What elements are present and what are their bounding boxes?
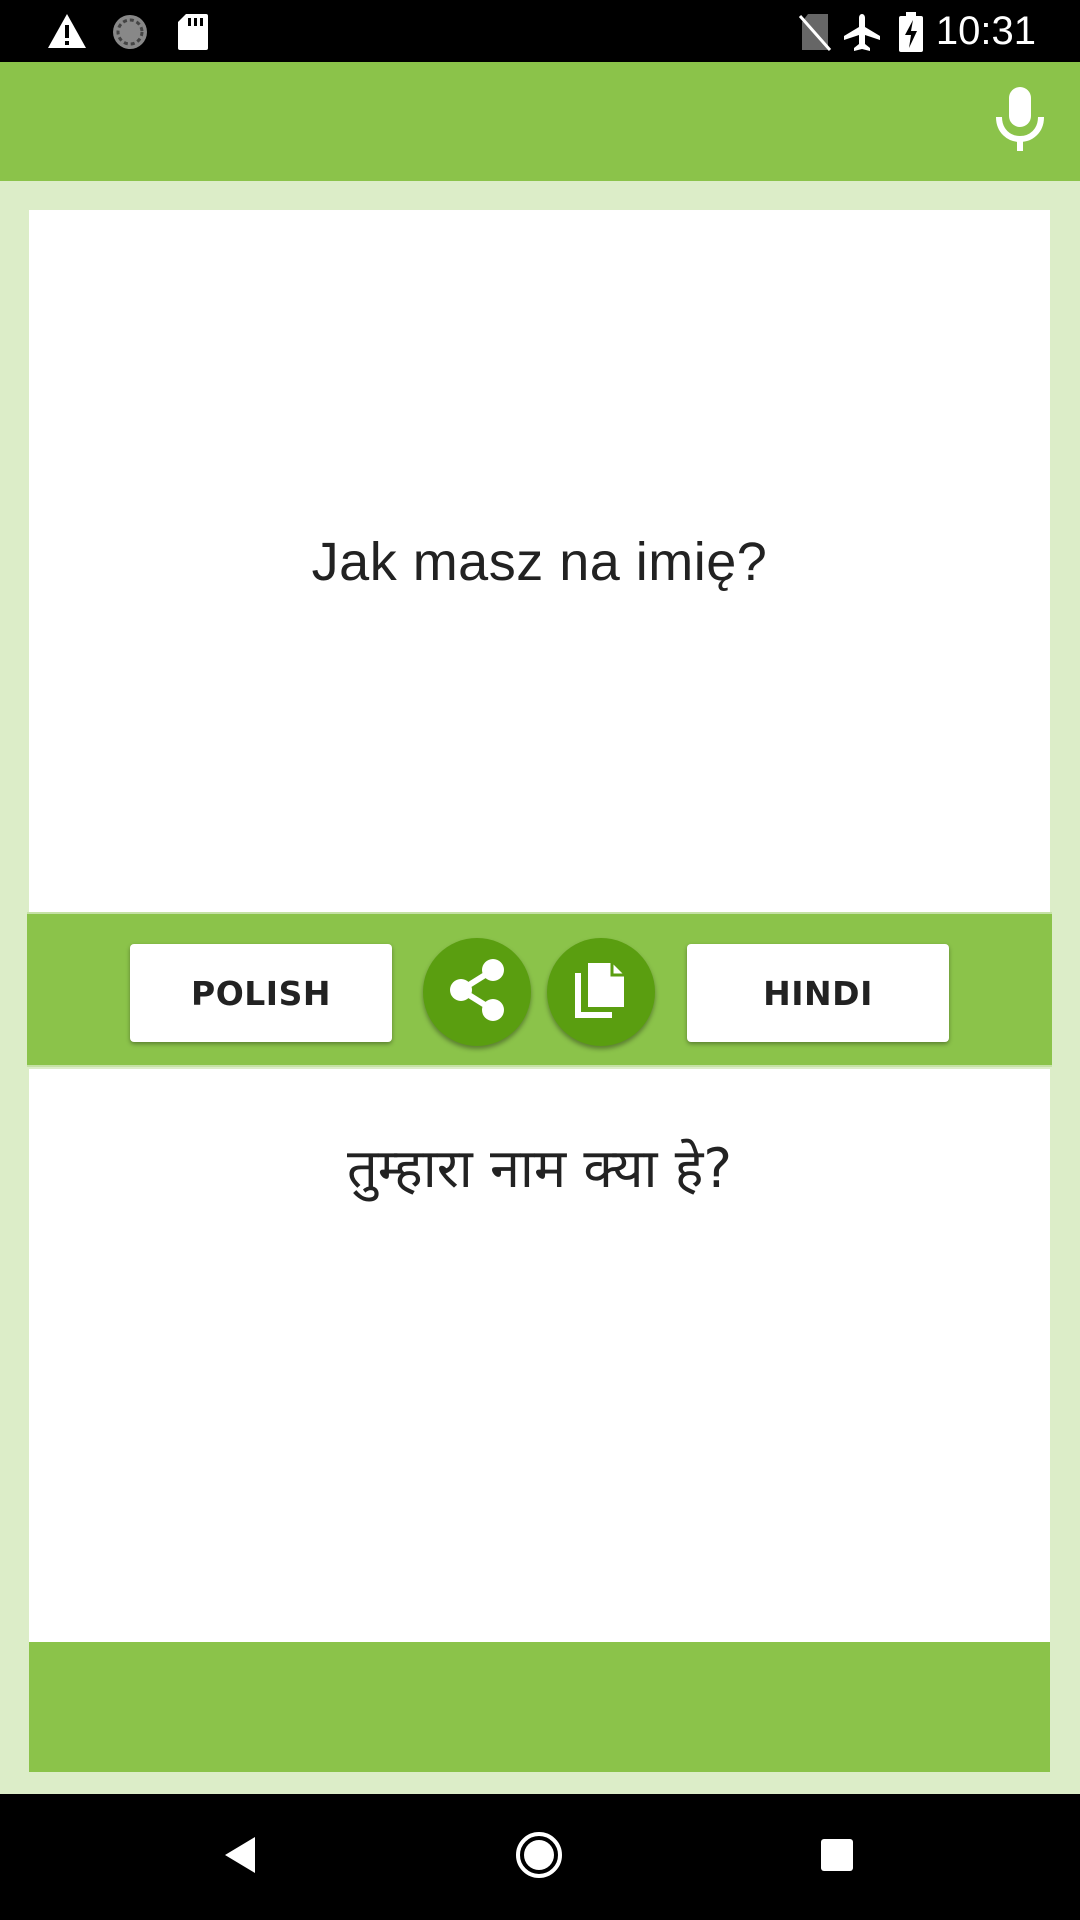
sd-card-icon — [176, 12, 210, 57]
battery-charging-icon — [898, 12, 924, 57]
app-toolbar — [0, 62, 1080, 181]
source-text-panel[interactable]: Jak masz na imię? — [29, 210, 1050, 913]
status-time: 10:31 — [935, 9, 1036, 53]
microphone-button[interactable] — [982, 84, 1058, 160]
warning-icon — [46, 12, 88, 55]
copy-button[interactable] — [547, 938, 655, 1046]
translator-screen: 10:31 Jak masz na imię? POLISH HINDI तुम… — [0, 0, 1080, 1920]
recents-button[interactable] — [804, 1824, 870, 1890]
share-icon — [447, 958, 507, 1027]
home-button[interactable] — [506, 1824, 572, 1890]
target-text-panel[interactable]: तुम्हारा नाम क्या हे? — [29, 1069, 1050, 1642]
back-icon — [221, 1833, 261, 1882]
ad-banner — [29, 1642, 1050, 1772]
source-language-button[interactable]: POLISH — [130, 944, 392, 1042]
recents-icon — [819, 1837, 855, 1878]
target-text: तुम्हारा नाम क्या हे? — [346, 1137, 733, 1200]
sync-icon — [110, 12, 150, 57]
navigation-bar — [0, 1794, 1080, 1920]
back-button[interactable] — [208, 1824, 274, 1890]
home-icon — [514, 1830, 564, 1885]
source-text: Jak masz na imię? — [311, 531, 768, 592]
no-sim-icon — [798, 12, 832, 57]
airplane-mode-icon — [842, 12, 882, 57]
microphone-icon — [995, 86, 1045, 158]
language-control-bar: POLISH HINDI — [27, 912, 1052, 1067]
status-bar: 10:31 — [0, 0, 1080, 62]
target-language-button[interactable]: HINDI — [687, 944, 949, 1042]
copy-icon — [574, 961, 628, 1024]
share-button[interactable] — [423, 938, 531, 1046]
